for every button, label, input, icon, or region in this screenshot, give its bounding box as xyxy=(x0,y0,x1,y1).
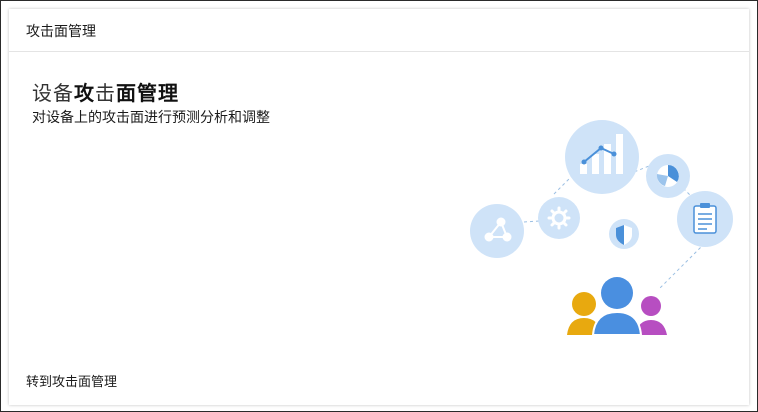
hero-title-part: 攻 xyxy=(74,81,95,105)
hero-title-part: 设备 xyxy=(32,81,74,105)
attack-surface-card: 攻击面管理 设备攻击面管理 对设备上的攻击面进行预测分析和调整 转到攻击面管理 xyxy=(9,9,749,405)
hero-title-part: 面管理 xyxy=(116,81,179,105)
hero-title-part: 击 xyxy=(95,81,116,105)
card-header: 攻击面管理 xyxy=(9,9,749,52)
pie-chart-icon xyxy=(646,154,690,198)
analytics-chart-icon xyxy=(565,120,639,194)
network-node-icon xyxy=(470,204,524,258)
hero-title: 设备攻击面管理 xyxy=(32,77,179,106)
window-frame: 攻击面管理 设备攻击面管理 对设备上的攻击面进行预测分析和调整 转到攻击面管理 xyxy=(0,0,758,412)
attack-surface-illustration xyxy=(470,120,733,336)
card-title: 攻击面管理 xyxy=(26,24,96,40)
gear-icon xyxy=(538,197,580,239)
users-group-icon xyxy=(567,277,667,336)
clipboard-icon xyxy=(677,191,733,247)
hero-subtitle: 对设备上的攻击面进行预测分析和调整 xyxy=(32,110,270,126)
go-to-attack-surface-link[interactable]: 转到攻击面管理 xyxy=(26,371,117,390)
shield-icon xyxy=(609,219,639,249)
